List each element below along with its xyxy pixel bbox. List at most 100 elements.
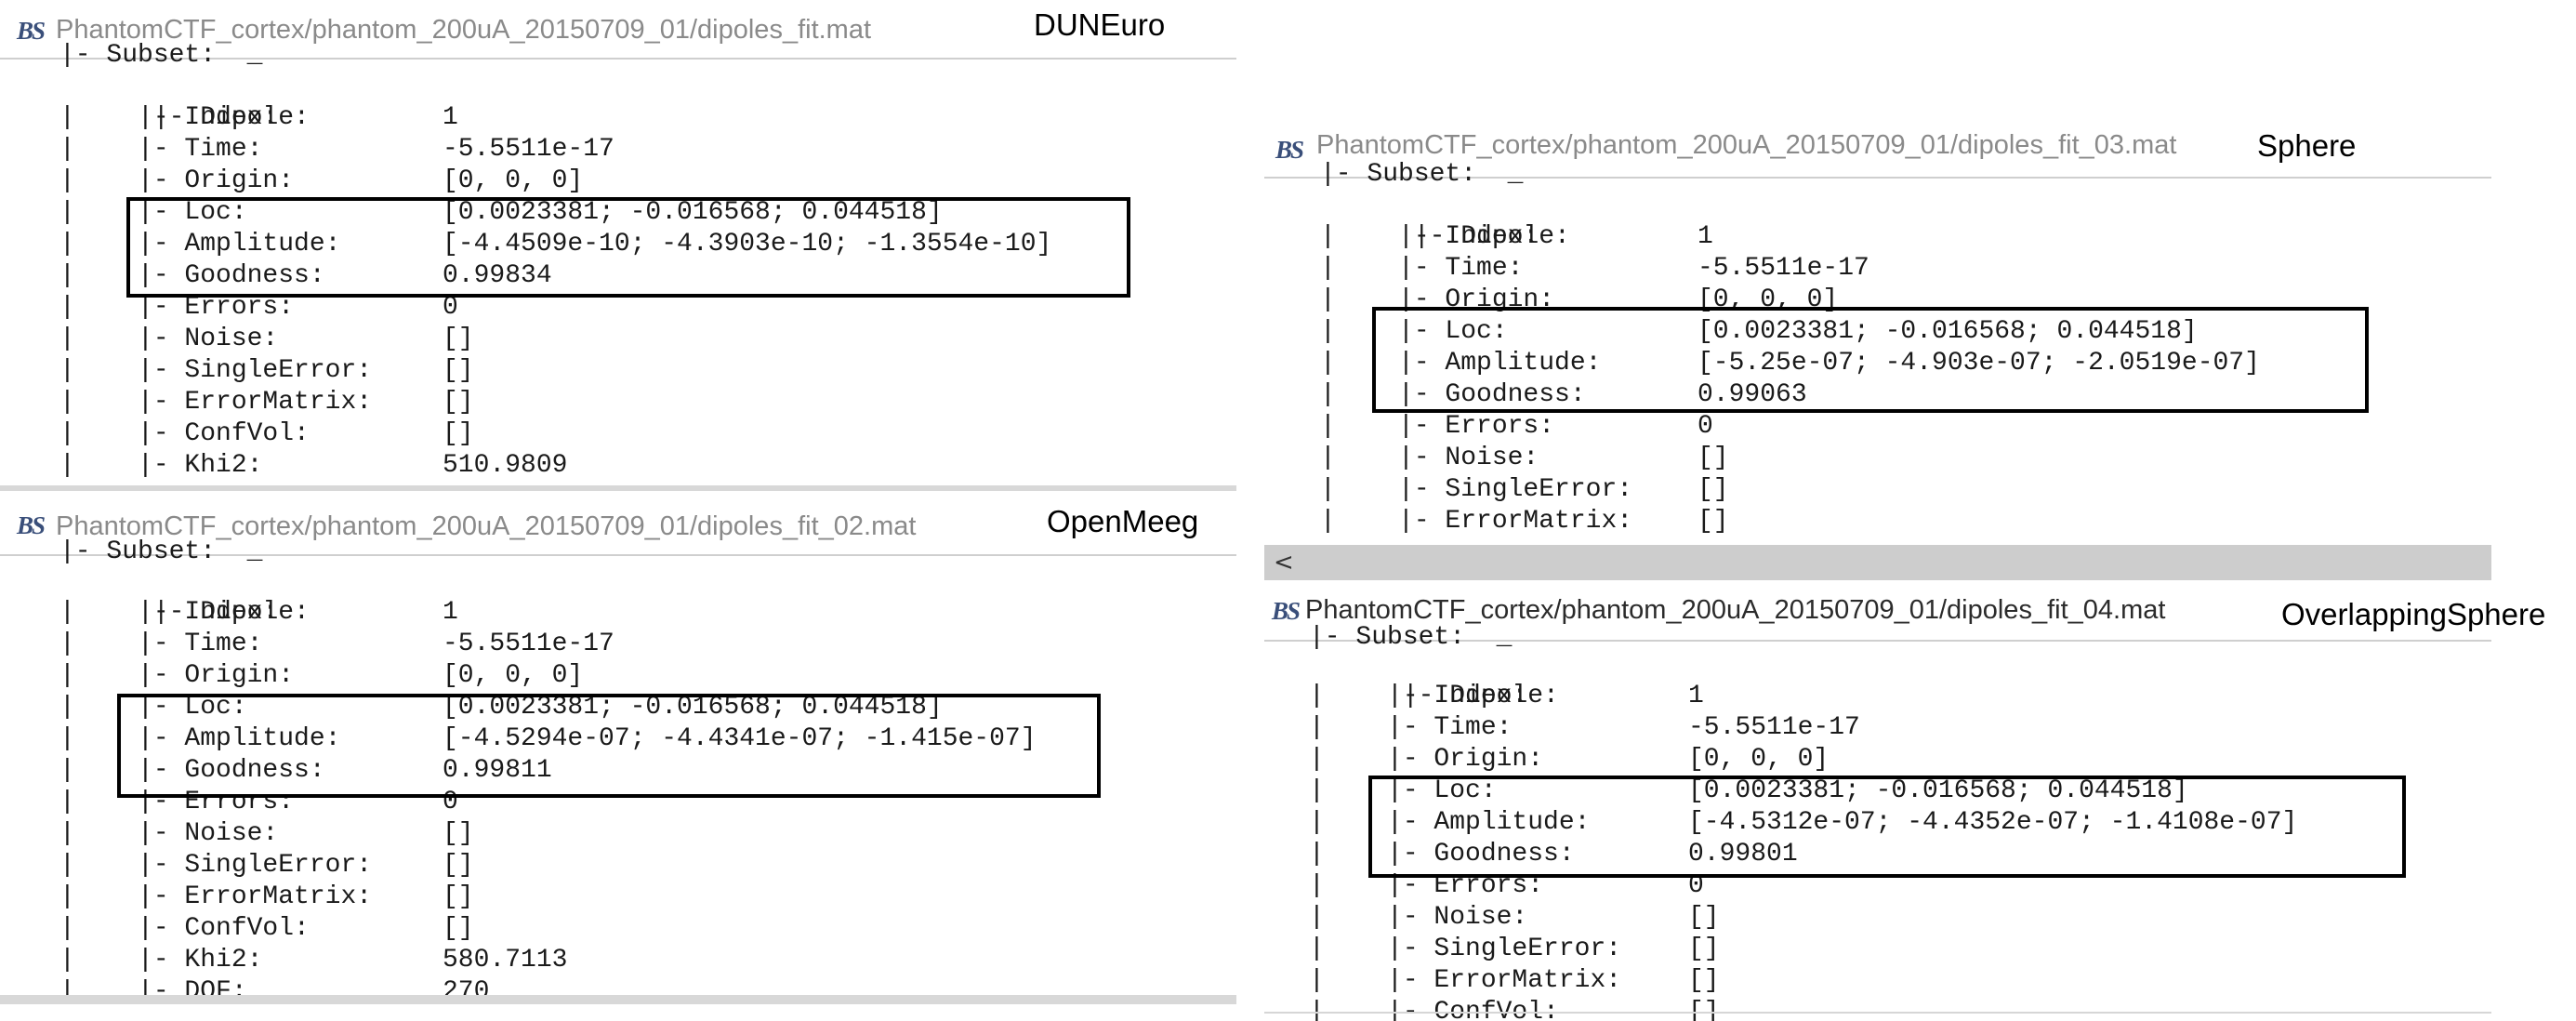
tree-field-row[interactable]: | |- Errors: 0 xyxy=(1264,411,2491,443)
field-name: | |- ErrorMatrix: xyxy=(1320,507,1633,536)
tree-field-row[interactable]: | |- Khi2: 510.9809 xyxy=(0,450,1236,482)
tree-field-row[interactable]: | |- Noise: [] xyxy=(0,324,1236,355)
field-value: 580.7113 xyxy=(443,946,568,975)
highlight-box-overlapping-sphere xyxy=(1368,776,2406,878)
method-label: OverlappingSphere xyxy=(2281,597,2546,631)
field-name: | |- Noise: xyxy=(1320,444,1539,472)
tree-field-row[interactable]: | |- Noise: [] xyxy=(0,818,1236,850)
tree-field-row[interactable]: | |- SingleError: [] xyxy=(1264,474,2491,506)
field-value: [0, 0, 0] xyxy=(443,166,584,195)
field-name: | |- Origin: xyxy=(59,166,295,195)
tree-field-row[interactable]: | |- ConfVol: [] xyxy=(1264,997,2566,1021)
field-value: 1 xyxy=(1688,682,1704,710)
field-value: [] xyxy=(1698,444,1729,472)
field-name: | |- Time: xyxy=(59,135,263,164)
tree-field-row[interactable]: | |- ConfVol: [] xyxy=(0,418,1236,450)
tree-field-row[interactable]: | |- ErrorMatrix: [] xyxy=(1264,965,2566,997)
field-value: -5.5511e-17 xyxy=(443,630,614,658)
highlight-box-openmeeg xyxy=(117,694,1101,798)
file-path[interactable]: PhantomCTF_cortex/phantom_200uA_20150709… xyxy=(1316,130,2176,161)
horizontal-scrollbar[interactable]: < xyxy=(1264,545,2491,580)
tree-field-row[interactable]: | |- ErrorMatrix: [] xyxy=(0,387,1236,418)
tree-field-row[interactable]: | |- SingleError: [] xyxy=(0,850,1236,882)
field-name: | |- Errors: xyxy=(1320,412,1555,441)
field-name: | |- Origin: xyxy=(59,661,295,690)
highlight-box-duneuro xyxy=(126,197,1130,298)
tree-field-row[interactable]: | |- Time: -5.5511e-17 xyxy=(1264,253,2491,285)
field-name: | |- Noise: xyxy=(59,325,279,353)
field-name: | |- ConfVol: xyxy=(1309,998,1559,1021)
field-name: | |- Time: xyxy=(59,630,263,658)
tree-field-row[interactable]: | |- Noise: [] xyxy=(1264,443,2491,474)
field-name: | |- Noise: xyxy=(59,819,279,848)
field-name: | |- ErrorMatrix: xyxy=(59,388,373,417)
tree-field-row[interactable]: | |- Origin: [0, 0, 0] xyxy=(0,166,1236,197)
field-name: | |- SingleError: xyxy=(1320,475,1633,504)
field-value: -5.5511e-17 xyxy=(443,135,614,164)
field-value: 1 xyxy=(443,103,458,132)
field-name: | |- Index: xyxy=(59,598,279,627)
method-label: Sphere xyxy=(2257,128,2357,163)
field-name: | |- Khi2: xyxy=(59,946,263,975)
tree-field-row[interactable]: | |- Time: -5.5511e-17 xyxy=(0,134,1236,166)
scroll-left-arrow-icon[interactable]: < xyxy=(1274,549,1294,577)
field-name: | |- Index: xyxy=(1309,682,1528,710)
field-value: 0 xyxy=(1698,412,1713,441)
field-value: -5.5511e-17 xyxy=(1688,713,1860,742)
field-value: 1 xyxy=(443,598,458,627)
field-value: [] xyxy=(1698,507,1729,536)
panel-bottom-border xyxy=(1264,1012,2491,1014)
tree-field-row[interactable]: | |- Index: 1 xyxy=(1264,221,2491,253)
brainstorm-app-icon: BS xyxy=(17,17,46,45)
field-name: | |- SingleError: xyxy=(59,851,373,880)
tree-field-row[interactable]: | |- SingleError: [] xyxy=(0,355,1236,387)
field-name: | |- Time: xyxy=(1320,254,1524,283)
field-name: | |- Khi2: xyxy=(59,451,263,480)
field-name: | |- SingleError: xyxy=(1309,935,1622,963)
field-name: | |- Time: xyxy=(1309,713,1513,742)
field-value: [] xyxy=(443,851,474,880)
brainstorm-app-icon: BS xyxy=(1272,597,1301,625)
tree-field-row[interactable]: | |- Noise: [] xyxy=(1264,902,2566,934)
field-value: [] xyxy=(443,388,474,417)
tree-field-row[interactable]: | |- Origin: [0, 0, 0] xyxy=(0,660,1236,692)
brainstorm-app-icon: BS xyxy=(1275,136,1304,164)
tree-field-row[interactable]: | |- ErrorMatrix: [] xyxy=(0,882,1236,913)
field-name: | |- ConfVol: xyxy=(59,419,310,448)
field-value: 510.9809 xyxy=(443,451,568,480)
file-path[interactable]: PhantomCTF_cortex/phantom_200uA_20150709… xyxy=(1305,595,2165,626)
tree-field-row[interactable]: | |- Index: 1 xyxy=(0,597,1236,629)
field-value: [] xyxy=(1688,935,1720,963)
tree-field-row[interactable]: | |- ErrorMatrix: [] xyxy=(1264,506,2491,537)
highlight-box-sphere xyxy=(1372,307,2369,413)
field-value: [0, 0, 0] xyxy=(1688,745,1830,774)
field-name: | |- Noise: xyxy=(1309,903,1528,932)
horizontal-scrollbar[interactable] xyxy=(0,995,1236,1004)
field-name: | |- Origin: xyxy=(1309,745,1544,774)
field-name: | |- Index: xyxy=(1320,222,1539,251)
field-value: 1 xyxy=(1698,222,1713,251)
field-name: | |- Index: xyxy=(59,103,279,132)
tree-field-row[interactable]: | |- Origin: [0, 0, 0] xyxy=(1264,744,2566,776)
horizontal-scrollbar[interactable] xyxy=(0,485,1236,491)
brainstorm-app-icon: BS xyxy=(17,511,46,539)
field-name: | |- SingleError: xyxy=(59,356,373,385)
tree-field-row[interactable]: | |- SingleError: [] xyxy=(1264,934,2566,965)
field-value: [] xyxy=(443,914,474,943)
field-value: [] xyxy=(1688,903,1720,932)
field-value: [] xyxy=(1688,966,1720,995)
method-label: OpenMeeg xyxy=(1047,504,1199,538)
field-value: [0, 0, 0] xyxy=(443,661,584,690)
tree-field-row[interactable]: | |- Time: -5.5511e-17 xyxy=(1264,712,2566,744)
tree-field-row[interactable]: | |- Index: 1 xyxy=(1264,681,2566,712)
tree-field-row[interactable]: | |- Time: -5.5511e-17 xyxy=(0,629,1236,660)
tree-field-row[interactable]: | |- Khi2: 580.7113 xyxy=(0,945,1236,976)
field-name: | |- ErrorMatrix: xyxy=(1309,966,1622,995)
field-value: [] xyxy=(443,882,474,911)
field-value: [] xyxy=(443,819,474,848)
tree-field-row[interactable]: | |- ConfVol: [] xyxy=(0,913,1236,945)
tree-field-row[interactable]: | |- Index: 1 xyxy=(0,102,1236,134)
field-value: [] xyxy=(1698,475,1729,504)
field-name: | |- ConfVol: xyxy=(59,914,310,943)
method-label: DUNEuro xyxy=(1034,7,1166,42)
